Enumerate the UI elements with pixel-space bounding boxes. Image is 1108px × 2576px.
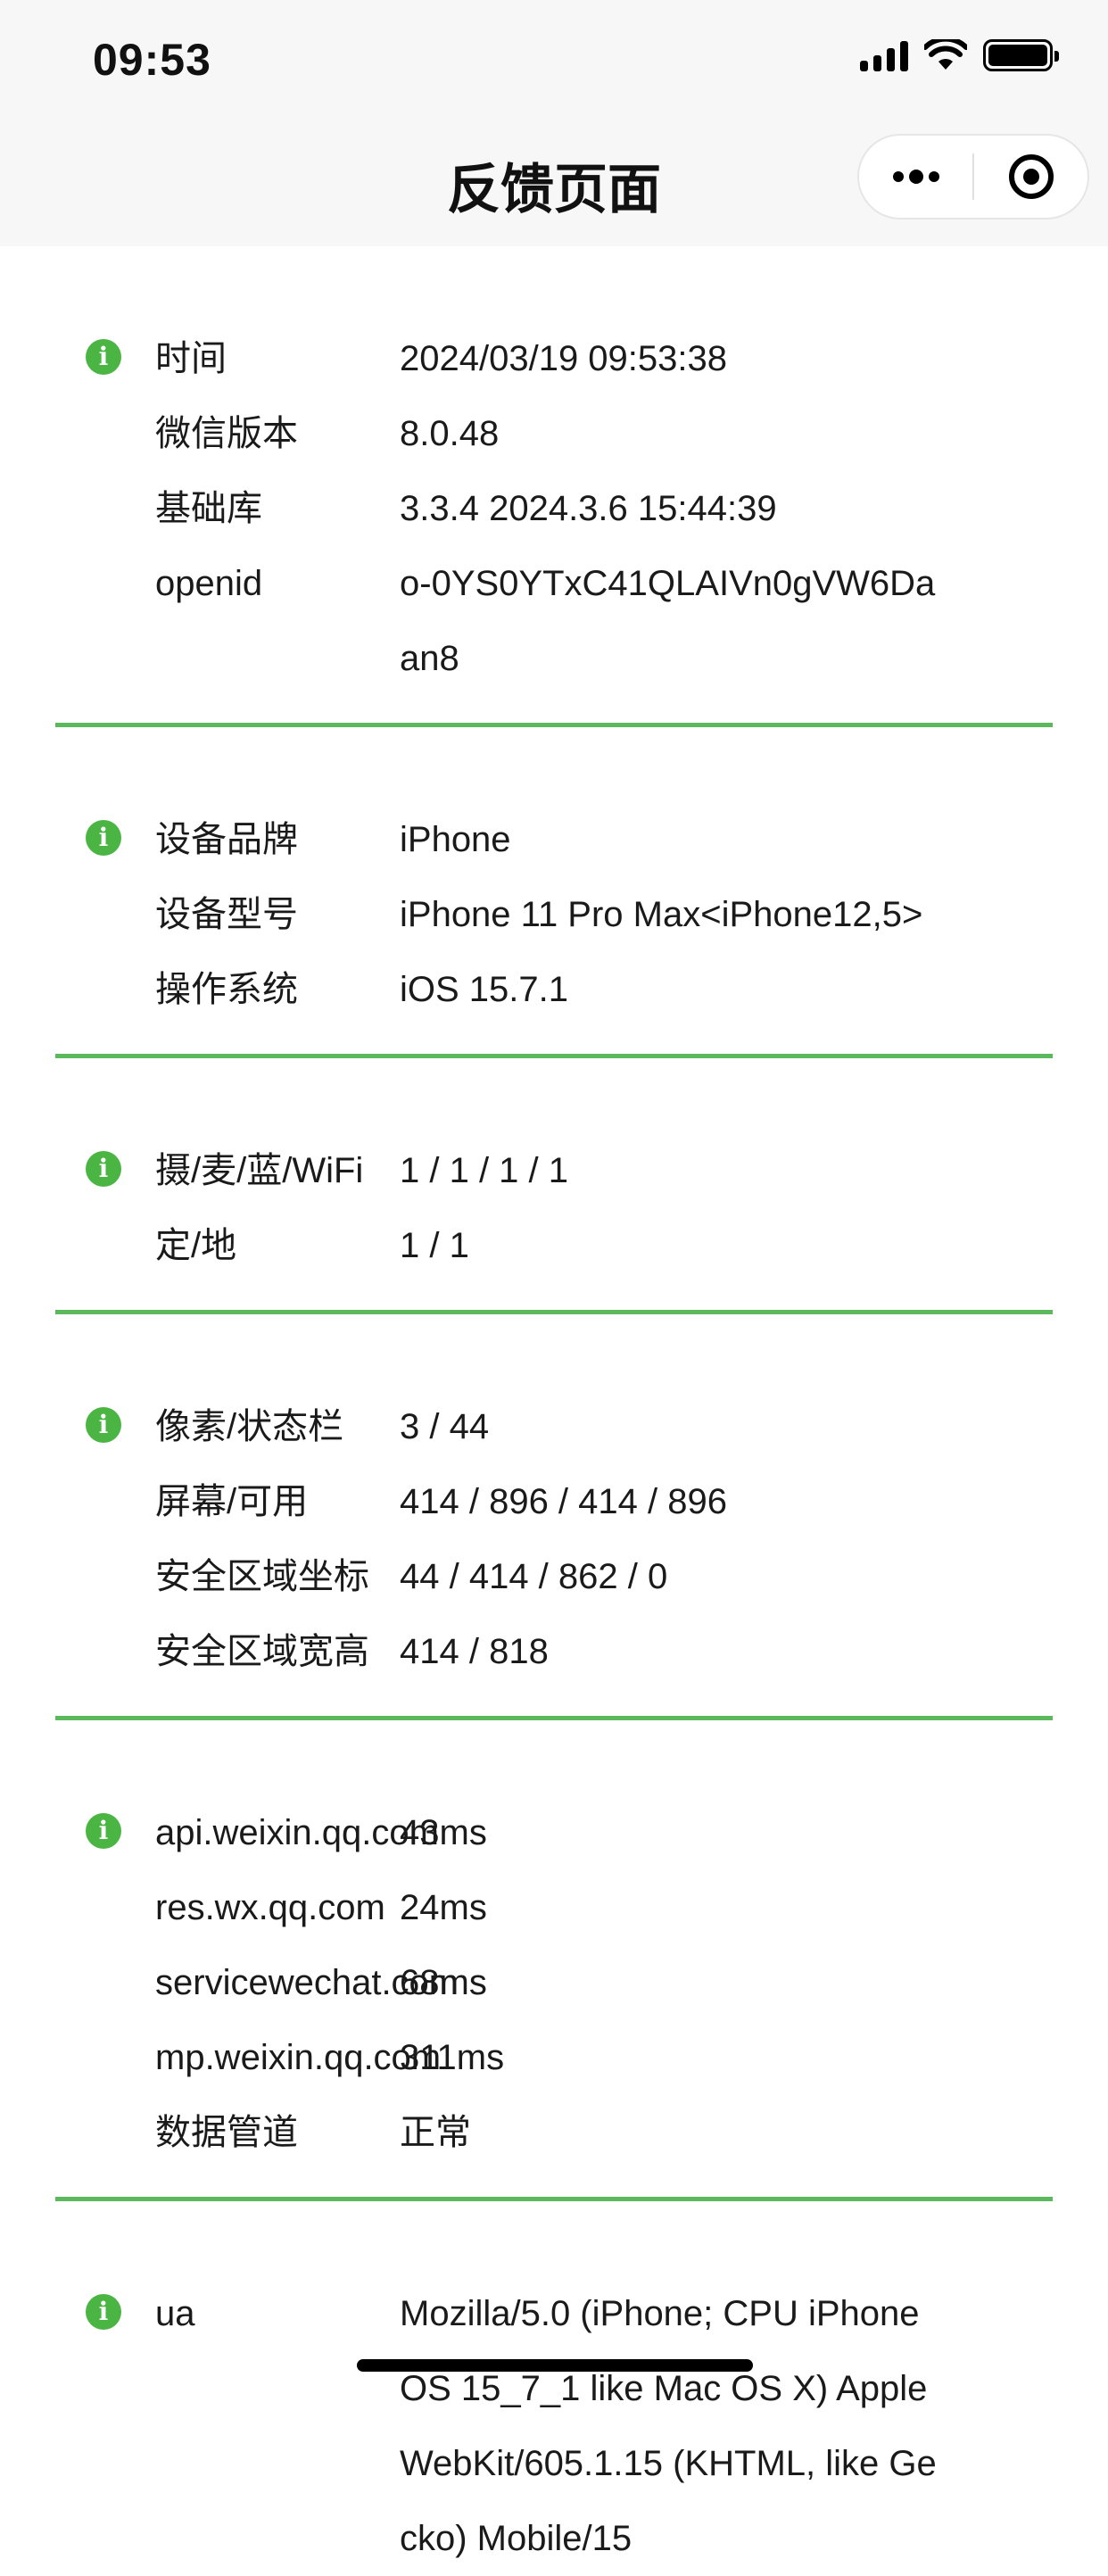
info-row: 基础库 3.3.4 2024.3.6 15:44:39 [0, 471, 1108, 546]
info-row: ua Mozilla/5.0 (iPhone; CPU iPhone OS 15_… [0, 2276, 1108, 2576]
info-icon: i [86, 339, 121, 375]
section-device-info: i 设备品牌 iPhone 设备型号 iPhone 11 Pro Max<iPhon… [0, 727, 1108, 1058]
row-label: servicewechat.com [155, 1963, 459, 2002]
info-row: servicewechat.com 68ms [0, 1945, 1108, 2020]
info-row: 安全区域坐标 44 / 414 / 862 / 0 [0, 1539, 1108, 1614]
info-row: 时间 2024/03/19 09:53:38 [0, 321, 1108, 396]
row-value: 3.3.4 2024.3.6 15:44:39 [400, 489, 777, 528]
close-target-icon [1008, 154, 1054, 199]
cellular-signal-icon [860, 39, 908, 71]
row-label: openid [155, 564, 263, 603]
row-value: 24ms [400, 1888, 487, 1927]
row-value: 414 / 896 / 414 / 896 [400, 1482, 727, 1521]
row-value: o-0YS0YTxC41QLAIVn0gVW6Daan8 [400, 564, 936, 678]
section-user-agent: i ua Mozilla/5.0 (iPhone; CPU iPhone OS 1… [0, 2201, 1108, 2576]
row-label: 时间 [155, 339, 227, 378]
info-icon: i [86, 1407, 121, 1443]
info-row: openid o-0YS0YTxC41QLAIVn0gVW6Daan8 [0, 546, 1108, 696]
info-row: 定/地 1 / 1 [0, 1208, 1108, 1283]
row-label: 摄/麦/蓝/WiFi [155, 1151, 364, 1190]
row-label: 操作系统 [155, 970, 298, 1009]
row-label: 设备型号 [155, 895, 298, 934]
row-label: res.wx.qq.com [155, 1888, 385, 1927]
row-label: 安全区域坐标 [155, 1557, 369, 1596]
row-label: 屏幕/可用 [155, 1482, 309, 1521]
row-label: 定/地 [155, 1226, 237, 1265]
info-icon: i [86, 1813, 121, 1849]
feedback-content: i 时间 2024/03/19 09:53:38 微信版本 8.0.48 基础库 3.… [0, 246, 1108, 2576]
row-value: 68ms [400, 1963, 487, 2002]
row-value: 43ms [400, 1813, 487, 1852]
wifi-icon [924, 39, 967, 70]
section-network-latency: i api.weixin.qq.com 43ms res.wx.qq.com 24m… [0, 1720, 1108, 2201]
row-label: ua [155, 2294, 195, 2333]
row-label: 设备品牌 [155, 820, 298, 859]
home-indicator[interactable] [357, 2359, 753, 2372]
row-label: 像素/状态栏 [155, 1407, 344, 1446]
info-row: 微信版本 8.0.48 [0, 396, 1108, 471]
info-row: 设备品牌 iPhone [0, 802, 1108, 877]
info-row: 数据管道 正常 [0, 2095, 1108, 2170]
row-value: 1 / 1 / 1 / 1 [400, 1151, 569, 1190]
row-value: iOS 15.7.1 [400, 970, 569, 1009]
info-row: 摄/麦/蓝/WiFi 1 / 1 / 1 / 1 [0, 1133, 1108, 1208]
row-value: 正常 [400, 2113, 471, 2152]
battery-icon [983, 39, 1059, 71]
row-label: mp.weixin.qq.com [155, 2038, 442, 2077]
info-icon: i [86, 1151, 121, 1187]
row-value: 3 / 44 [400, 1407, 490, 1446]
mini-program-capsule [857, 134, 1089, 219]
close-button[interactable] [974, 136, 1087, 218]
info-icon: i [86, 2294, 121, 2330]
info-row: 像素/状态栏 3 / 44 [0, 1389, 1108, 1464]
row-label: 安全区域宽高 [155, 1632, 369, 1671]
row-value: iPhone 11 Pro Max<iPhone12,5> [400, 895, 923, 934]
info-row: 屏幕/可用 414 / 896 / 414 / 896 [0, 1464, 1108, 1539]
row-label: 数据管道 [155, 2113, 298, 2152]
row-value: 8.0.48 [400, 414, 500, 453]
status-time: 09:53 [93, 35, 211, 85]
section-app-info: i 时间 2024/03/19 09:53:38 微信版本 8.0.48 基础库 3.… [0, 246, 1108, 727]
row-value: iPhone [400, 820, 511, 859]
more-button[interactable] [859, 136, 972, 218]
row-value: Mozilla/5.0 (iPhone; CPU iPhone OS 15_7_… [400, 2294, 937, 2558]
section-permissions: i 摄/麦/蓝/WiFi 1 / 1 / 1 / 1 定/地 1 / 1 [0, 1058, 1108, 1314]
row-label: api.weixin.qq.com [155, 1813, 439, 1852]
info-icon: i [86, 820, 121, 856]
row-label: 基础库 [155, 489, 262, 528]
row-value: 44 / 414 / 862 / 0 [400, 1557, 668, 1596]
top-bar: 09:53 反馈页面 [0, 0, 1108, 246]
info-row: api.weixin.qq.com 43ms [0, 1795, 1108, 1870]
row-value: 311ms [400, 2038, 505, 2077]
more-icon [892, 170, 939, 184]
status-icons [860, 39, 1059, 71]
info-row: 安全区域宽高 414 / 818 [0, 1614, 1108, 1689]
row-value: 2024/03/19 09:53:38 [400, 339, 728, 378]
row-label: 微信版本 [155, 414, 298, 453]
info-row: 设备型号 iPhone 11 Pro Max<iPhone12,5> [0, 877, 1108, 952]
row-value: 1 / 1 [400, 1226, 469, 1265]
section-screen-info: i 像素/状态栏 3 / 44 屏幕/可用 414 / 896 / 414 / 89… [0, 1314, 1108, 1720]
info-row: res.wx.qq.com 24ms [0, 1870, 1108, 1945]
info-row: mp.weixin.qq.com 311ms [0, 2020, 1108, 2095]
info-row: 操作系统 iOS 15.7.1 [0, 952, 1108, 1027]
row-value: 414 / 818 [400, 1632, 549, 1671]
